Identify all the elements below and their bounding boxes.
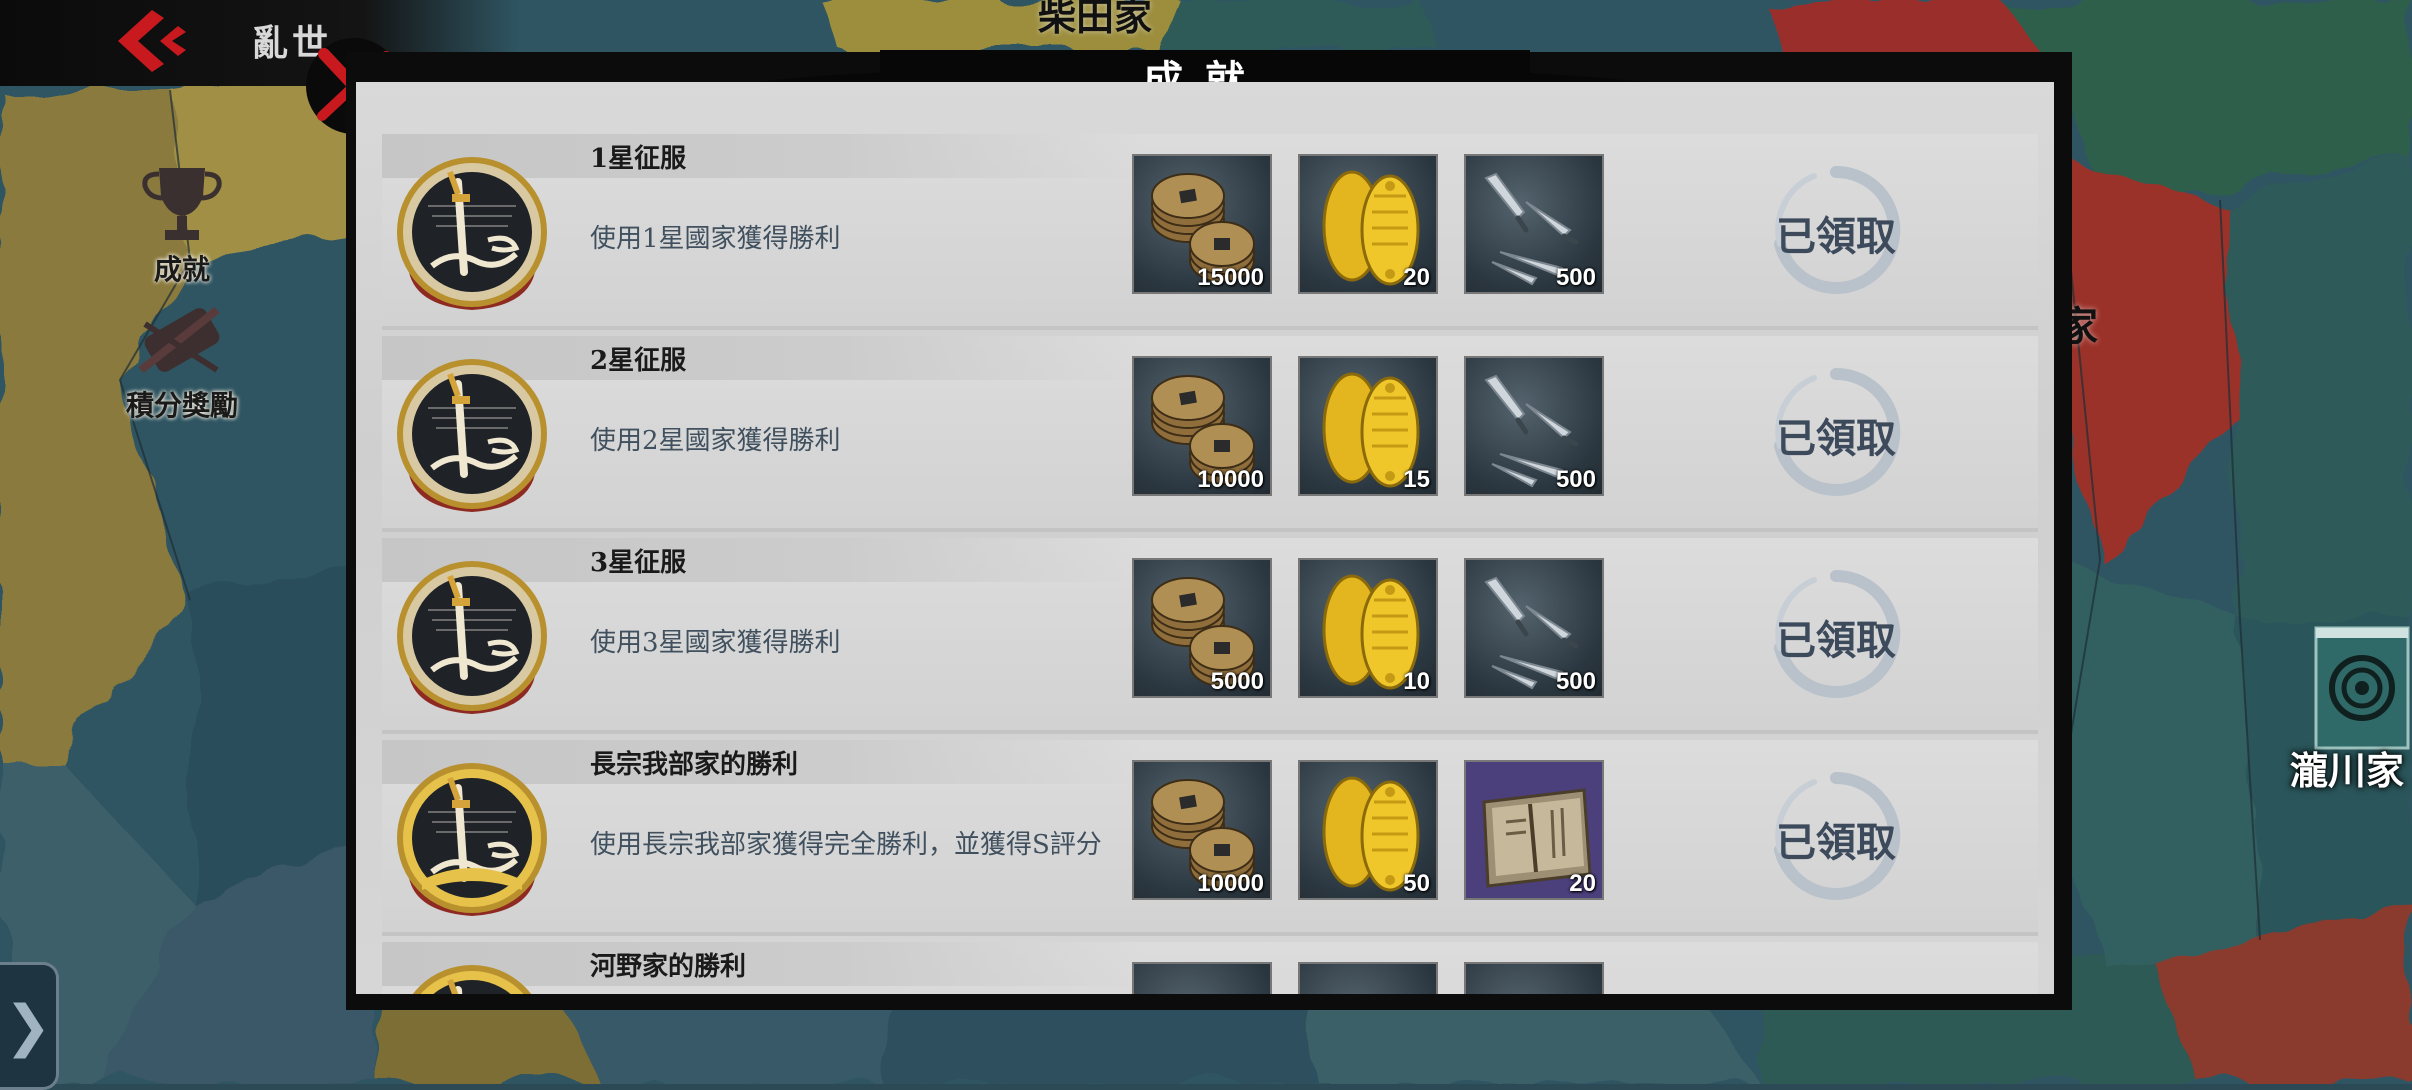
reward-slot[interactable]: 500 bbox=[1464, 154, 1604, 294]
map-label-bottom-right[interactable]: 瀧川家 bbox=[2290, 740, 2404, 795]
scroll-sword-icon bbox=[138, 306, 220, 374]
reward-slot[interactable]: 10000 bbox=[1132, 356, 1272, 496]
claimed-status-label: 已領取 bbox=[1776, 415, 1896, 462]
reward-quantity: 10 bbox=[1403, 668, 1430, 695]
trophy-icon bbox=[142, 168, 222, 240]
claimed-status-button[interactable]: 已領取 bbox=[1766, 362, 1906, 502]
side-menu-points-reward-label: 積分獎勵 bbox=[125, 389, 238, 422]
reward-slot[interactable]: 5000 bbox=[1132, 558, 1272, 698]
achievement-row[interactable]: 3星征服使用3星國家獲得勝利 5000 10 500 已領取 bbox=[382, 538, 2038, 734]
achievement-emblem-icon bbox=[392, 356, 552, 516]
achievement-description: 使用3星國家獲得勝利 bbox=[590, 628, 841, 658]
back-arrow-icon[interactable] bbox=[108, 6, 194, 76]
reward-slot[interactable]: 500 bbox=[1464, 558, 1604, 698]
achievement-name: 3星征服 bbox=[590, 548, 687, 578]
achievement-name: 1星征服 bbox=[590, 144, 687, 174]
reward-quantity: 10000 bbox=[1197, 466, 1264, 493]
achievement-name: 2星征服 bbox=[590, 346, 687, 376]
achievement-row[interactable]: 長宗我部家的勝利使用長宗我部家獲得完全勝利，並獲得S評分 10000 50 20… bbox=[382, 740, 2038, 936]
reward-quantity: 15 bbox=[1403, 466, 1430, 493]
reward-quantity: 20 bbox=[1569, 870, 1596, 897]
reward-quantity: 500 bbox=[1555, 668, 1596, 695]
reward-quantity: 15000 bbox=[1197, 264, 1264, 291]
achievement-description: 使用長宗我部家獲得完全勝利，並獲得S評分 bbox=[590, 830, 1102, 860]
claimed-status-label: 已領取 bbox=[1776, 213, 1896, 260]
reward-slot[interactable]: 15000 bbox=[1132, 154, 1272, 294]
achievement-description: 使用1星國家獲得勝利 bbox=[590, 224, 841, 254]
achievement-emblem-icon bbox=[392, 760, 552, 920]
side-menu-achievements-label: 成就 bbox=[153, 253, 210, 286]
claimed-status-button[interactable]: 已領取 bbox=[1766, 564, 1906, 704]
claimed-status-button[interactable]: 已領取 bbox=[1766, 160, 1906, 300]
achievement-name: 長宗我部家的勝利 bbox=[590, 750, 799, 780]
claimed-status-label: 已領取 bbox=[1776, 819, 1896, 866]
reward-slot[interactable]: 10 bbox=[1298, 558, 1438, 698]
clan-banner-icon[interactable] bbox=[2312, 624, 2412, 752]
claimed-status-label: 已領取 bbox=[1776, 617, 1896, 664]
reward-quantity: 20 bbox=[1403, 264, 1430, 291]
reward-slot[interactable] bbox=[1132, 962, 1272, 994]
reward-quantity: 10000 bbox=[1197, 870, 1264, 897]
reward-slot[interactable]: 500 bbox=[1464, 356, 1604, 496]
achievement-emblem-icon bbox=[392, 962, 552, 994]
chevron-right-icon: ❯ bbox=[4, 993, 52, 1059]
reward-quantity: 500 bbox=[1555, 466, 1596, 493]
reward-slot[interactable]: 20 bbox=[1298, 154, 1438, 294]
side-menu-points-reward[interactable]: 積分獎勵 bbox=[92, 300, 272, 424]
achievement-name: 河野家的勝利 bbox=[590, 952, 747, 982]
achievement-row[interactable]: 河野家的勝利 bbox=[382, 942, 2038, 994]
map-label-top[interactable]: 柴田家 bbox=[1038, 0, 1152, 41]
achievements-panel: 1星征服使用1星國家獲得勝利 15000 20 500 已領取 2星征服使用2星… bbox=[356, 82, 2054, 994]
achievement-list[interactable]: 1星征服使用1星國家獲得勝利 15000 20 500 已領取 2星征服使用2星… bbox=[356, 82, 2054, 994]
achievement-description: 使用2星國家獲得勝利 bbox=[590, 426, 841, 456]
achievement-emblem-icon bbox=[392, 558, 552, 718]
achievement-row[interactable]: 2星征服使用2星國家獲得勝利 10000 15 500 已領取 bbox=[382, 336, 2038, 532]
expand-menu-button[interactable]: ❯ bbox=[0, 962, 59, 1090]
side-menu-achievements[interactable]: 成就 bbox=[92, 164, 272, 288]
achievement-emblem-icon bbox=[392, 154, 552, 314]
achievement-row[interactable]: 1星征服使用1星國家獲得勝利 15000 20 500 已領取 bbox=[382, 134, 2038, 330]
reward-quantity: 50 bbox=[1403, 870, 1430, 897]
reward-slot[interactable]: 50 bbox=[1298, 760, 1438, 900]
reward-quantity: 500 bbox=[1555, 264, 1596, 291]
reward-quantity: 5000 bbox=[1210, 668, 1264, 695]
reward-slot[interactable]: 15 bbox=[1298, 356, 1438, 496]
reward-slot[interactable] bbox=[1298, 962, 1438, 994]
reward-slot[interactable]: 10000 bbox=[1132, 760, 1272, 900]
reward-slot[interactable]: 20 bbox=[1464, 760, 1604, 900]
reward-slot[interactable] bbox=[1464, 962, 1604, 994]
claimed-status-button[interactable]: 已領取 bbox=[1766, 766, 1906, 906]
